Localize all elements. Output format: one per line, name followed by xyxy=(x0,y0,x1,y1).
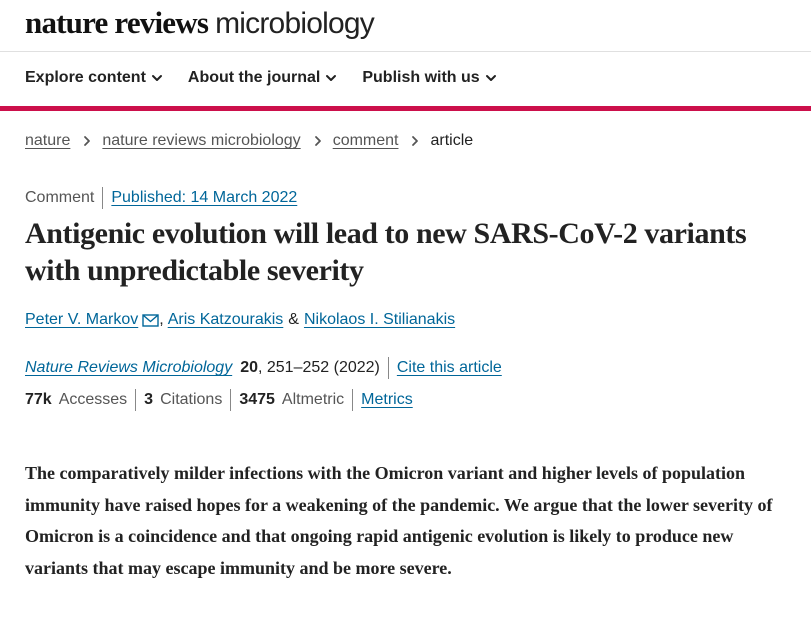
article-meta: Comment Published: 14 March 2022 xyxy=(25,187,297,209)
divider xyxy=(230,389,232,411)
author-link[interactable]: Peter V. Markov xyxy=(25,311,138,329)
main-nav: Explore content About the journal Publis… xyxy=(25,69,498,87)
nav-item-label: About the journal xyxy=(187,69,321,86)
nav-publish-with-us[interactable]: Publish with us xyxy=(362,69,497,87)
chevron-down-icon xyxy=(326,75,337,81)
breadcrumb: nature nature reviews microbiology comme… xyxy=(25,132,473,150)
accesses-label: Accesses xyxy=(58,391,128,408)
altmetric-label: Altmetric xyxy=(281,391,345,408)
author-link[interactable]: Aris Katzourakis xyxy=(168,311,284,329)
divider xyxy=(387,357,389,379)
pages-year: , 251–252 (2022) xyxy=(257,359,380,376)
divider xyxy=(102,187,104,209)
nav-about-journal[interactable]: About the journal xyxy=(188,69,338,87)
nav-item-label: Publish with us xyxy=(362,69,480,86)
metrics-link[interactable]: Metrics xyxy=(361,391,413,409)
article-standfirst: The comparatively milder infections with… xyxy=(25,463,773,578)
author-link[interactable]: Nikolaos I. Stilianakis xyxy=(304,311,455,329)
published-date-link[interactable]: Published: 14 March 2022 xyxy=(111,189,297,207)
divider xyxy=(135,389,137,411)
article-type: Comment xyxy=(25,189,95,206)
chevron-right-icon xyxy=(314,136,321,146)
chevron-right-icon xyxy=(412,136,419,146)
divider xyxy=(352,389,354,411)
author-list: Peter V. Markov , Aris Katzourakis & Nik… xyxy=(25,311,455,329)
mail-icon[interactable] xyxy=(142,313,159,327)
accent-bar xyxy=(0,106,811,111)
breadcrumb-nature[interactable]: nature xyxy=(25,132,70,150)
nav-item-label: Explore content xyxy=(25,69,146,86)
logo-text-light: microbiology xyxy=(215,7,375,40)
header-divider xyxy=(0,51,811,52)
article-title: Antigenic evolution will lead to new SAR… xyxy=(25,217,747,287)
accesses-count: 77k xyxy=(25,391,52,408)
breadcrumb-current: article xyxy=(430,132,474,149)
altmetric-score: 3475 xyxy=(239,391,275,408)
citations-count: 3 xyxy=(144,391,154,408)
journal-link[interactable]: Nature Reviews Microbiology xyxy=(25,359,232,377)
chevron-down-icon xyxy=(151,75,162,81)
chevron-down-icon xyxy=(485,75,496,81)
journal-logo[interactable]: nature reviews microbiology xyxy=(25,5,375,45)
breadcrumb-comment[interactable]: comment xyxy=(333,132,399,150)
author-separator: & xyxy=(288,311,299,328)
breadcrumb-journal[interactable]: nature reviews microbiology xyxy=(102,132,300,150)
citation-line: Nature Reviews Microbiology 20 , 251–252… xyxy=(25,357,502,379)
cite-article-link[interactable]: Cite this article xyxy=(397,359,502,377)
citations-label: Citations xyxy=(160,391,223,408)
author-separator: , xyxy=(159,311,164,328)
chevron-right-icon xyxy=(84,136,91,146)
logo-text-bold: nature reviews xyxy=(25,5,209,40)
volume: 20 xyxy=(240,359,258,376)
nav-explore-content[interactable]: Explore content xyxy=(25,69,164,87)
article-metrics: 77k Accesses 3 Citations 3475 Altmetric … xyxy=(25,389,413,411)
